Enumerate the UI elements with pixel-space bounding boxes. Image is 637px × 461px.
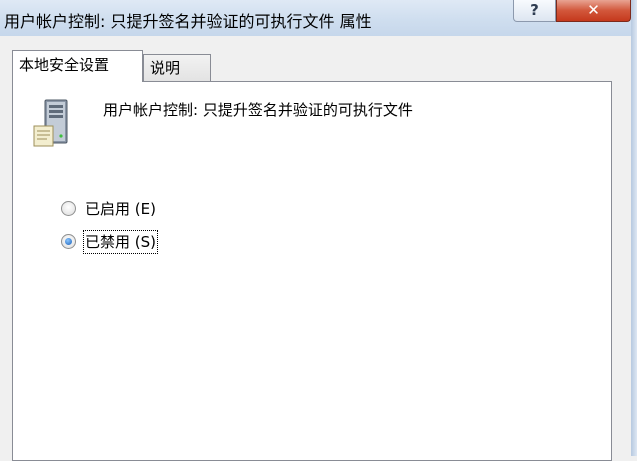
tab-local-security-setting[interactable]: 本地安全设置 (12, 50, 143, 82)
window-border (631, 0, 637, 456)
server-policy-icon (33, 99, 68, 147)
window-title: 用户帐户控制: 只提升签名并验证的可执行文件 属性 (4, 12, 372, 31)
radio-label[interactable]: 已启用 (E) (85, 199, 156, 219)
tab-panel: 用户帐户控制: 只提升签名并验证的可执行文件 已启用 (E) 已禁用 (S) (12, 81, 612, 461)
radio-button[interactable] (61, 201, 76, 216)
radio-button[interactable] (61, 234, 76, 249)
close-button[interactable]: ✕ (556, 0, 631, 22)
radio-label[interactable]: 已禁用 (S) (83, 230, 158, 254)
help-icon: ? (530, 1, 539, 19)
tab-label: 说明 (150, 59, 181, 77)
tab-label: 本地安全设置 (19, 56, 110, 74)
policy-name: 用户帐户控制: 只提升签名并验证的可执行文件 (103, 101, 413, 119)
tab-explain[interactable]: 说明 (143, 54, 211, 81)
title-bar[interactable]: 用户帐户控制: 只提升签名并验证的可执行文件 属性 ? ✕ (0, 0, 637, 36)
radio-selected-dot (65, 238, 72, 245)
close-icon: ✕ (587, 1, 600, 19)
help-button[interactable]: ? (513, 0, 556, 22)
